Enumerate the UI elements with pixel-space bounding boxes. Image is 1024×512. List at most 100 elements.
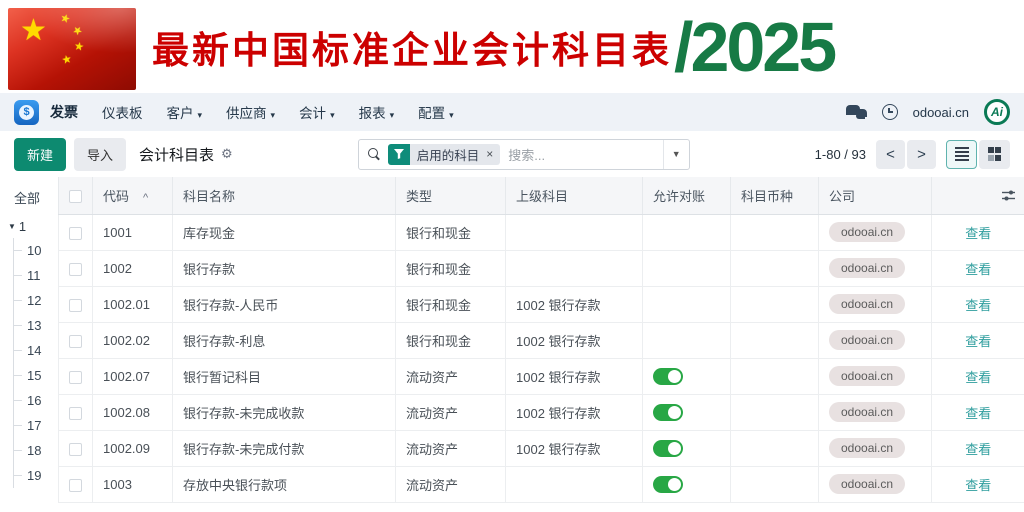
parent-account: 1002 银行存款 (506, 286, 643, 322)
account-code: 1003 (93, 466, 173, 502)
column-header-reconcile[interactable]: 允许对账 (643, 177, 731, 214)
list-view-button[interactable] (946, 140, 977, 169)
reconcile-toggle-on[interactable] (653, 404, 683, 421)
messages-icon[interactable] (846, 105, 867, 120)
company-badge: odooai.cn (829, 438, 905, 458)
search-panel-item[interactable]: 11 (14, 263, 58, 288)
currency-cell (731, 286, 819, 322)
table-row[interactable]: 1002银行存款银行和现金odooai.cn查看 (59, 250, 1024, 286)
search-panel-item[interactable]: 12 (14, 288, 58, 313)
view-button[interactable]: 查看 (965, 370, 991, 385)
parent-account: 1002 银行存款 (506, 322, 643, 358)
search-panel-item[interactable]: 16 (14, 388, 58, 413)
import-button[interactable]: 导入 (74, 138, 126, 171)
search-panel-item[interactable]: 18 (14, 438, 58, 463)
company-badge: odooai.cn (829, 222, 905, 242)
search-dropdown-caret-icon[interactable]: ▼ (663, 140, 689, 169)
filter-facet[interactable]: 启用的科目 × (388, 144, 501, 165)
search-panel-item[interactable]: 15 (14, 363, 58, 388)
view-button[interactable]: 查看 (965, 478, 991, 493)
column-header-parent[interactable]: 上级科目 (506, 177, 643, 214)
row-checkbox[interactable] (69, 299, 82, 312)
reconcile-toggle-on[interactable] (653, 368, 683, 385)
chevron-down-icon: ▾ (390, 110, 395, 120)
company-cell: odooai.cn (819, 394, 932, 430)
reconcile-cell (643, 214, 731, 250)
account-code: 1001 (93, 214, 173, 250)
nav-menu: 仪表板 客户▾ 供应商▾ 会计▾ 报表▾ 配置▾ (78, 102, 454, 122)
search-panel-item[interactable]: 19 (14, 463, 58, 488)
view-button[interactable]: 查看 (965, 226, 991, 241)
view-button[interactable]: 查看 (965, 334, 991, 349)
account-type: 流动资产 (396, 358, 506, 394)
reconcile-toggle-on[interactable] (653, 440, 683, 457)
nav-app-name[interactable]: 发票 (50, 102, 78, 122)
optional-columns-icon[interactable] (1002, 189, 1015, 205)
nav-item[interactable]: 客户▾ (167, 102, 203, 122)
nav-item[interactable]: 仪表板 (102, 102, 143, 122)
pager-next-button[interactable]: > (907, 140, 936, 169)
table-row[interactable]: 1002.02银行存款-利息银行和现金1002 银行存款odooai.cn查看 (59, 322, 1024, 358)
column-header-code[interactable]: 代码^ (93, 177, 173, 214)
table-row[interactable]: 1002.07银行暂记科目流动资产1002 银行存款odooai.cn查看 (59, 358, 1024, 394)
search-input[interactable]: 启用的科目 × 搜索... ▼ (358, 139, 690, 170)
search-panel-all[interactable]: 全部 (0, 188, 58, 214)
account-type: 流动资产 (396, 466, 506, 502)
table-row[interactable]: 1002.01银行存款-人民币银行和现金1002 银行存款odooai.cn查看 (59, 286, 1024, 322)
invoicing-app-icon[interactable]: $ (14, 100, 39, 125)
parent-account: 1002 银行存款 (506, 430, 643, 466)
account-type: 流动资产 (396, 394, 506, 430)
view-button[interactable]: 查看 (965, 442, 991, 457)
company-badge: odooai.cn (829, 366, 905, 386)
row-checkbox[interactable] (69, 479, 82, 492)
view-button[interactable]: 查看 (965, 406, 991, 421)
select-all-checkbox[interactable] (69, 190, 82, 203)
facet-remove-icon[interactable]: × (486, 147, 493, 161)
activities-clock-icon[interactable] (882, 104, 898, 120)
account-name: 库存现金 (173, 214, 396, 250)
account-type: 银行和现金 (396, 214, 506, 250)
column-header-type[interactable]: 类型 (396, 177, 506, 214)
row-checkbox[interactable] (69, 407, 82, 420)
currency-cell (731, 358, 819, 394)
row-checkbox[interactable] (69, 443, 82, 456)
view-button[interactable]: 查看 (965, 262, 991, 277)
view-button[interactable]: 查看 (965, 298, 991, 313)
nav-item[interactable]: 供应商▾ (226, 102, 275, 122)
user-company-label[interactable]: odooai.cn (913, 105, 969, 120)
odooai-logo[interactable]: Ai (984, 99, 1010, 125)
facet-label: 启用的科目 (417, 145, 480, 164)
navbar: $ 发票 仪表板 客户▾ 供应商▾ 会计▾ 报表▾ 配置▾ odooai.cn Ai (0, 93, 1024, 131)
table-row[interactable]: 1002.08银行存款-未完成收款流动资产1002 银行存款odooai.cn查… (59, 394, 1024, 430)
row-checkbox[interactable] (69, 263, 82, 276)
chevron-down-icon: ▾ (198, 110, 203, 120)
search-panel-item[interactable]: 14 (14, 338, 58, 363)
kanban-view-button[interactable] (979, 140, 1010, 169)
column-header-name[interactable]: 科目名称 (173, 177, 396, 214)
action-gear-icon[interactable]: ⚙ (221, 146, 233, 162)
pager-prev-button[interactable]: < (876, 140, 905, 169)
row-checkbox[interactable] (69, 371, 82, 384)
search-panel-item[interactable]: 10 (14, 238, 58, 263)
navbar-right: odooai.cn Ai (846, 99, 1010, 125)
search-panel-item[interactable]: 17 (14, 413, 58, 438)
search-panel-item[interactable]: 13 (14, 313, 58, 338)
currency-cell (731, 430, 819, 466)
nav-item[interactable]: 配置▾ (418, 102, 454, 122)
table-row[interactable]: 1002.09银行存款-未完成付款流动资产1002 银行存款odooai.cn查… (59, 430, 1024, 466)
account-name: 存放中央银行款项 (173, 466, 396, 502)
flag-small-star-icon: ★ (70, 24, 84, 39)
search-panel-root[interactable]: ▼ 1 (0, 214, 58, 238)
nav-item[interactable]: 报表▾ (359, 102, 395, 122)
table-row[interactable]: 1001库存现金银行和现金 odooai.cn 查看 (59, 214, 1024, 250)
column-header-currency[interactable]: 科目币种 (731, 177, 819, 214)
column-header-company[interactable]: 公司 (819, 177, 932, 214)
nav-item[interactable]: 会计▾ (299, 102, 335, 122)
row-checkbox[interactable] (69, 335, 82, 348)
new-button[interactable]: 新建 (14, 138, 66, 171)
row-checkbox[interactable] (69, 227, 82, 240)
chevron-down-icon: ▾ (271, 110, 276, 120)
table-header-row: 代码^ 科目名称 类型 上级科目 允许对账 科目币种 公司 (59, 177, 1024, 214)
table-row[interactable]: 1003存放中央银行款项流动资产odooai.cn查看 (59, 466, 1024, 502)
reconcile-toggle-on[interactable] (653, 476, 683, 493)
